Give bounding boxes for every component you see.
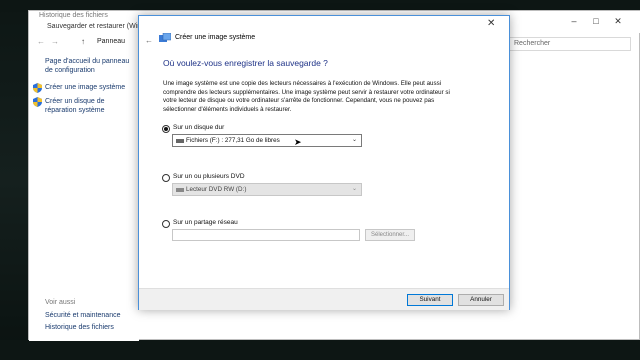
up-arrow-icon[interactable]: ↑ — [81, 37, 85, 46]
dialog-footer: Suivant Annuler — [139, 288, 509, 310]
forward-arrow-icon[interactable]: → — [51, 37, 59, 46]
dialog-title: Créer une image système — [175, 34, 256, 41]
sidebar-item-create-image[interactable]: Créer une image système — [45, 83, 135, 92]
network-path-input — [172, 229, 360, 241]
maximize-icon[interactable]: □ — [591, 16, 601, 26]
radio-dvd[interactable] — [162, 174, 170, 182]
window-title-behind: Historique des fichiers — [39, 12, 108, 19]
sidebar-item-home[interactable]: Page d'accueil du panneau de configurati… — [45, 57, 135, 75]
see-also-heading: Voir aussi — [45, 299, 76, 306]
dialog-heading: Où voulez-vous enregistrer la sauvegarde… — [163, 58, 328, 68]
dvd-select-value: Lecteur DVD RW (D:) — [186, 186, 247, 193]
hard-disk-select[interactable]: Fichiers (F:) : 277,31 Go de libres ⌄ — [172, 134, 362, 147]
next-button[interactable]: Suivant — [407, 294, 453, 306]
sidebar-item-file-history[interactable]: Historique des fichiers — [45, 323, 114, 332]
sidebar: Page d'accueil du panneau de configurati… — [29, 55, 139, 341]
select-network-button: Sélectionner... — [365, 229, 415, 241]
create-system-image-dialog: ✕ ← Créer une image système Où voulez-vo… — [138, 15, 510, 310]
desktop-background — [0, 0, 30, 360]
drive-icon — [176, 188, 184, 192]
radio-dvd-label[interactable]: Sur un ou plusieurs DVD — [173, 173, 245, 180]
close-icon[interactable]: ✕ — [487, 18, 495, 29]
sidebar-item-create-disk[interactable]: Créer un disque de réparation système — [45, 97, 135, 115]
radio-hard-disk-label[interactable]: Sur un disque dur — [173, 124, 224, 131]
back-arrow-icon[interactable]: ← — [145, 36, 153, 45]
sidebar-item-security[interactable]: Sécurité et maintenance — [45, 311, 121, 320]
chevron-down-icon: ⌄ — [352, 186, 358, 192]
backup-icon — [159, 33, 171, 42]
back-arrow-icon[interactable]: ← — [37, 37, 45, 46]
shield-icon — [33, 97, 42, 107]
chevron-down-icon: ⌄ — [352, 137, 358, 143]
shield-icon — [33, 83, 42, 93]
dvd-select: Lecteur DVD RW (D:) ⌄ — [172, 183, 362, 196]
radio-hard-disk[interactable] — [162, 125, 170, 133]
radio-network-label[interactable]: Sur un partage réseau — [173, 219, 238, 226]
mouse-cursor-icon: ➤ — [294, 137, 302, 147]
search-input[interactable]: Rechercher — [509, 37, 631, 51]
cancel-button[interactable]: Annuler — [458, 294, 504, 306]
desktop-background-bottom — [0, 340, 640, 360]
radio-network[interactable] — [162, 220, 170, 228]
close-icon[interactable]: ✕ — [613, 16, 623, 26]
hard-disk-select-value: Fichiers (F:) : 277,31 Go de libres — [186, 137, 280, 144]
minimize-icon[interactable]: – — [569, 16, 579, 26]
drive-icon — [176, 139, 184, 143]
dialog-titlebar[interactable]: ✕ — [139, 16, 509, 34]
dialog-description: Une image système est une copie des lect… — [163, 80, 450, 113]
breadcrumb[interactable]: Panneau — [97, 38, 125, 45]
